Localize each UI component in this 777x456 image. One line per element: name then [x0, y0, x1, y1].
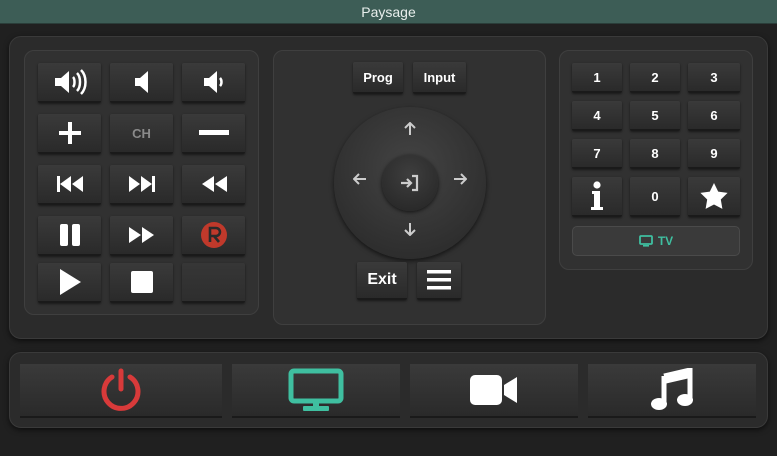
stop-button[interactable] [110, 263, 173, 303]
dpad-right-button[interactable] [450, 169, 470, 189]
rewind-button[interactable] [182, 165, 245, 205]
pause-button[interactable] [38, 216, 101, 256]
star-icon [700, 183, 728, 209]
remote-main-panel: CH Prog Input Exit 1 2 3 4 5 6 7 8 9 0 T… [9, 36, 768, 339]
window-title: Paysage [0, 0, 777, 24]
plus-icon [58, 122, 81, 144]
numpad-key-1[interactable]: 1 [572, 63, 622, 93]
channel-up-button[interactable] [38, 114, 101, 154]
dpad-up-button[interactable] [400, 119, 420, 139]
tv-button-label: TV [657, 234, 674, 248]
play-icon [59, 269, 81, 295]
volume-down-button[interactable] [110, 63, 173, 103]
favorite-button[interactable] [688, 177, 740, 217]
numpad-key-8[interactable]: 8 [630, 139, 680, 169]
tv-button[interactable]: TV [572, 226, 740, 256]
arrow-right-icon [454, 173, 467, 185]
numpad-key-3[interactable]: 3 [688, 63, 740, 93]
empty-slot [182, 263, 245, 303]
numpad-key-6[interactable]: 6 [688, 101, 740, 131]
exit-button[interactable]: Exit [357, 262, 407, 300]
source-bar [9, 352, 768, 428]
fast-forward-button[interactable] [110, 216, 173, 256]
skip-next-icon [128, 176, 155, 192]
record-icon [200, 222, 227, 248]
dpad-down-button[interactable] [400, 219, 420, 239]
info-icon [591, 181, 603, 210]
numpad-key-9[interactable]: 9 [688, 139, 740, 169]
record-button[interactable] [182, 216, 245, 256]
monitor-icon [288, 368, 344, 411]
dpad-left-button[interactable] [350, 169, 370, 189]
music-source-button[interactable] [588, 364, 756, 418]
power-icon [101, 368, 141, 411]
power-button[interactable] [20, 364, 222, 418]
numpad-key-5[interactable]: 5 [630, 101, 680, 131]
arrow-down-icon [404, 223, 416, 236]
music-note-icon [651, 368, 693, 410]
volume-mid-button[interactable] [182, 63, 245, 103]
arrow-up-icon [404, 122, 416, 135]
menu-icon [427, 270, 451, 290]
numpad-key-4[interactable]: 4 [572, 101, 622, 131]
channel-label: CH [110, 114, 173, 154]
skip-previous-icon [56, 176, 83, 192]
channel-down-button[interactable] [182, 114, 245, 154]
skip-previous-button[interactable] [38, 165, 101, 205]
transport-panel: CH [24, 50, 259, 315]
minus-icon [198, 130, 229, 135]
stop-icon [130, 271, 153, 293]
menu-button[interactable] [417, 262, 461, 300]
volume-low-icon [203, 71, 223, 93]
volume-up-button[interactable] [38, 63, 101, 103]
numpad-key-7[interactable]: 7 [572, 139, 622, 169]
info-button[interactable] [572, 177, 622, 217]
dpad-ok-button[interactable] [382, 155, 438, 211]
volume-off-icon [134, 71, 148, 93]
dpad [334, 107, 486, 259]
play-button[interactable] [38, 263, 101, 303]
pause-icon [59, 224, 80, 246]
navigation-panel: Prog Input Exit [273, 50, 546, 325]
input-button[interactable]: Input [413, 62, 466, 94]
arrow-left-icon [353, 173, 366, 185]
numpad-panel: 1 2 3 4 5 6 7 8 9 0 TV [559, 50, 753, 270]
enter-icon [401, 174, 419, 192]
prog-button[interactable]: Prog [353, 62, 403, 94]
video-source-button[interactable] [410, 364, 578, 418]
numpad-key-0[interactable]: 0 [630, 177, 680, 217]
tv-source-button[interactable] [232, 364, 400, 418]
skip-next-button[interactable] [110, 165, 173, 205]
rewind-icon [201, 176, 227, 192]
volume-up-icon [54, 69, 87, 95]
fast-forward-icon [128, 227, 154, 243]
numpad-key-2[interactable]: 2 [630, 63, 680, 93]
video-camera-icon [470, 375, 517, 405]
tv-icon [638, 235, 653, 247]
